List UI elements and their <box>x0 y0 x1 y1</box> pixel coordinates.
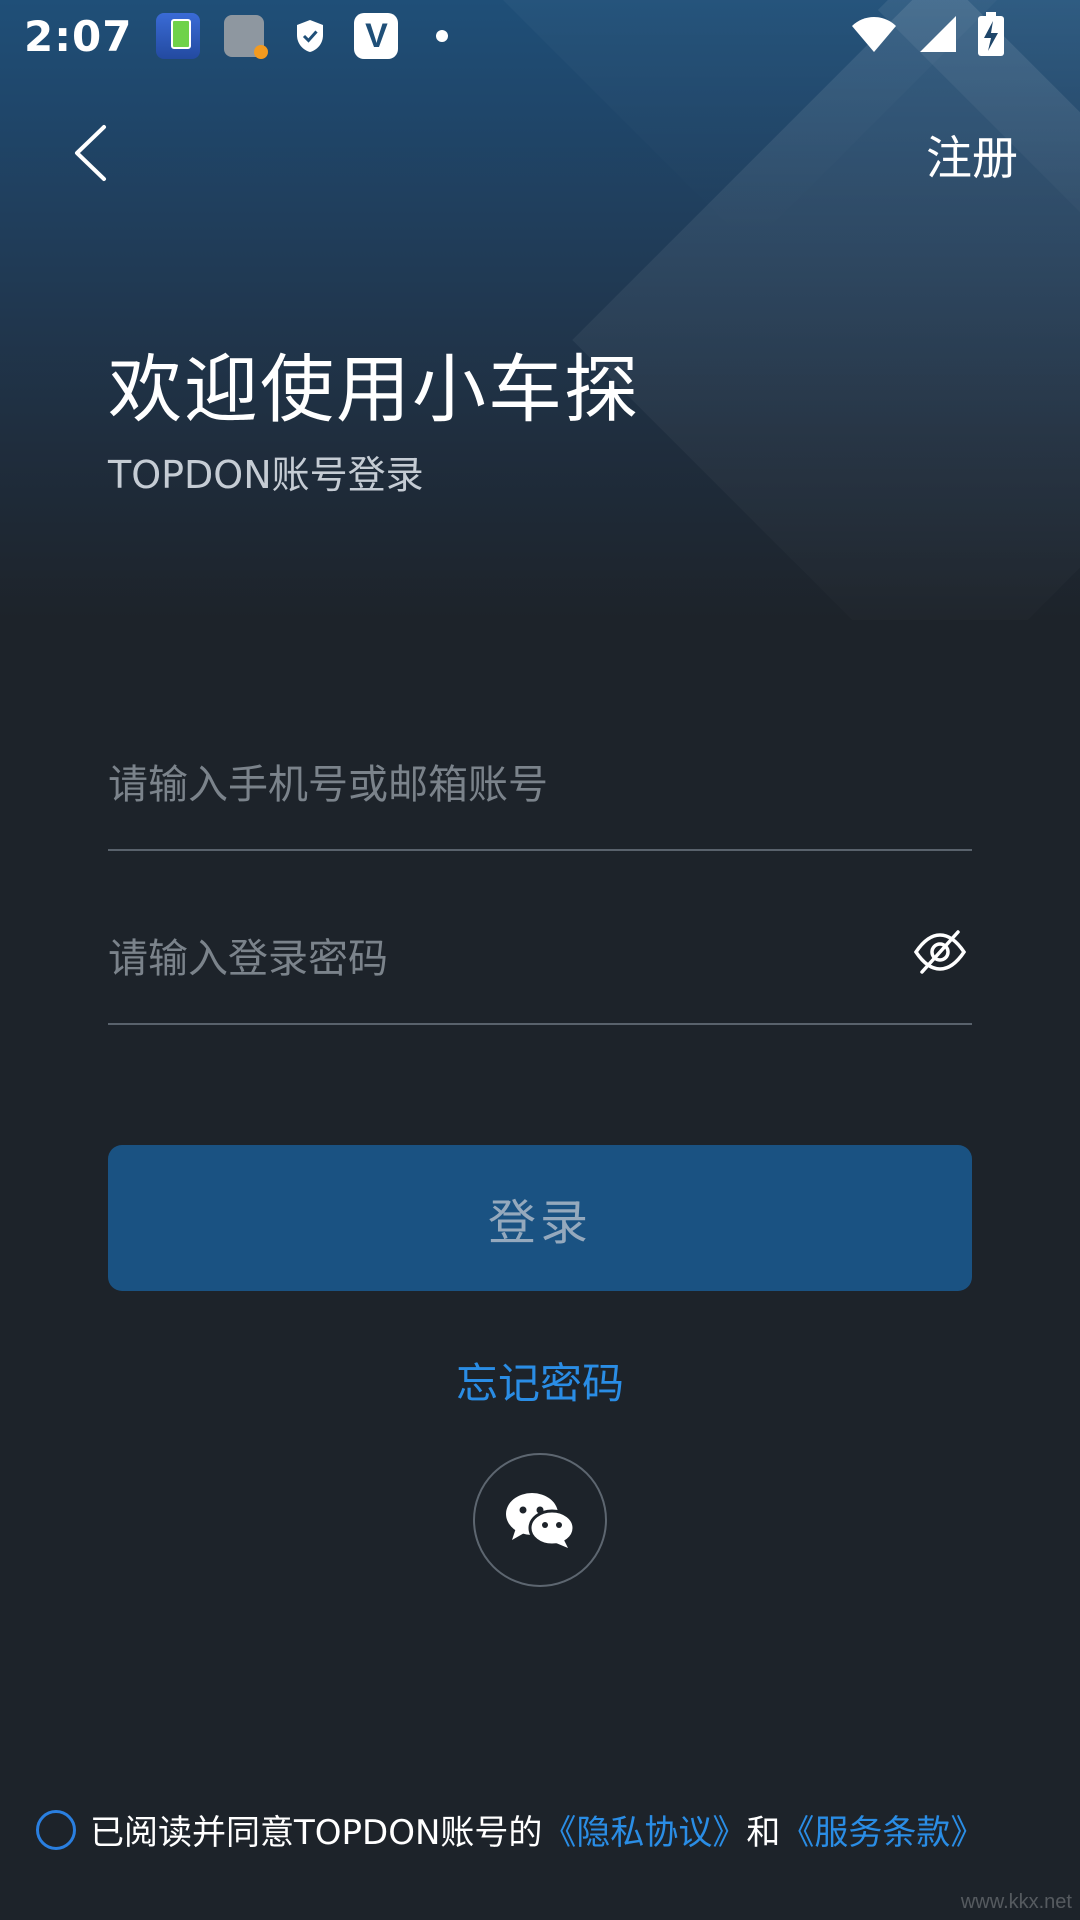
wifi-icon <box>850 14 898 58</box>
wechat-icon <box>506 1493 576 1548</box>
agreement-text: 已阅读并同意TOPDON账号的 <box>90 1813 543 1853</box>
watermark: www.kkx.net <box>960 1891 1072 1913</box>
signal-icon <box>918 14 958 58</box>
forgot-password-link[interactable]: 忘记密码 <box>0 1350 1080 1411</box>
terms-of-service-link[interactable]: 《服务条款》 <box>780 1805 984 1854</box>
account-input[interactable]: 请输入手机号或邮箱账号 <box>108 752 548 810</box>
register-button[interactable]: 注册 <box>926 122 1018 188</box>
hero-background <box>0 0 1080 620</box>
page-title: 欢迎使用小车探 <box>108 347 640 433</box>
chevron-left-icon <box>75 125 106 181</box>
battery-charging-icon <box>978 12 1004 60</box>
back-button[interactable] <box>62 118 118 188</box>
account-input-underline <box>108 849 972 851</box>
dot-icon <box>420 14 464 58</box>
agreement-conjunction: 和 <box>746 1813 781 1853</box>
privacy-policy-link[interactable]: 《隐私协议》 <box>542 1805 746 1854</box>
v-app-icon: V <box>354 13 399 59</box>
password-visibility-toggle[interactable] <box>912 924 968 980</box>
status-time: 2:07 <box>24 11 133 61</box>
password-input[interactable]: 请输入登录密码 <box>108 926 388 984</box>
password-input-underline <box>108 1023 972 1025</box>
eye-off-icon <box>913 930 967 974</box>
login-button[interactable]: 登录 <box>108 1145 972 1291</box>
battery-alert-icon <box>222 14 269 59</box>
shield-icon <box>288 14 332 58</box>
battery-app-icon <box>156 13 201 59</box>
agreement-checkbox[interactable] <box>36 1809 76 1850</box>
page-subtitle: TOPDON账号登录 <box>108 453 424 497</box>
agreement-row: 已阅读并同意TOPDON账号的 《隐私协议》 和 《服务条款》 <box>36 1805 984 1854</box>
wechat-login-button[interactable] <box>473 1453 607 1587</box>
status-bar: 2:07 V <box>0 0 1080 72</box>
